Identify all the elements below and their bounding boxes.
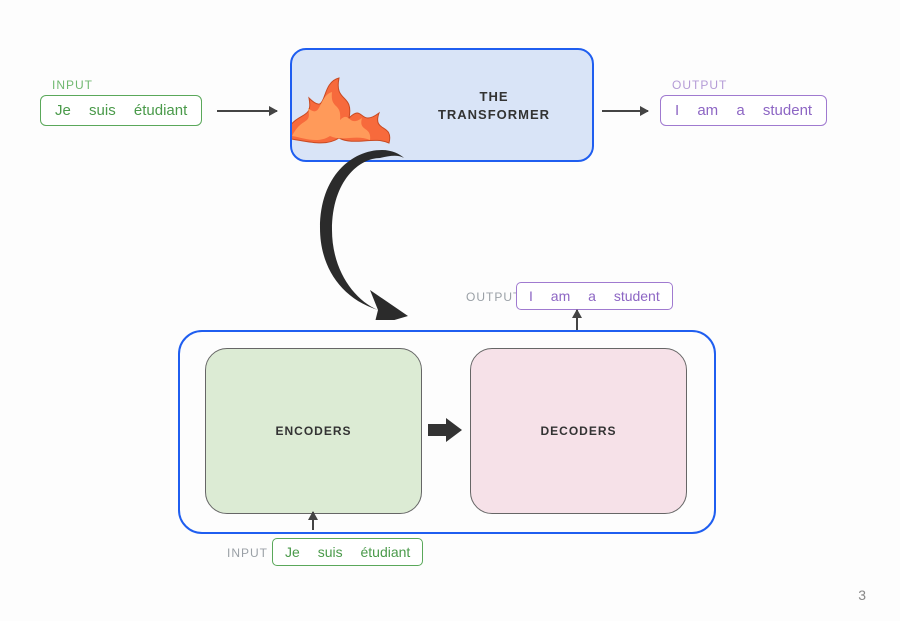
arrow-input-to-transformer [217,110,277,112]
output-label-bottom: OUTPUT [466,290,521,304]
output-token: am [551,288,570,304]
output-token: I [675,102,679,119]
input-token: suis [318,544,343,560]
input-token: Je [55,102,71,119]
transformer-box: THE TRANSFORMER [290,48,594,162]
input-token: Je [285,544,300,560]
output-token: student [614,288,660,304]
output-token: a [736,102,744,119]
arrow-input-to-encoder [312,512,314,530]
input-box-top: Je suis étudiant [40,95,202,126]
output-token: am [697,102,718,119]
input-label-top: INPUT [52,78,93,92]
input-token: étudiant [360,544,410,560]
output-label-top: OUTPUT [672,78,727,92]
transformer-title: THE TRANSFORMER [424,88,564,124]
output-box-bottom: I am a student [516,282,673,310]
arrow-decoder-to-output [576,310,578,330]
decoders-box: DECODERS [470,348,687,514]
input-token: suis [89,102,116,119]
output-token: a [588,288,596,304]
diagram-stage: INPUT Je suis étudiant THE TRANSFORMER O… [0,0,900,621]
encoders-label: ENCODERS [275,424,351,438]
flame-icon [290,68,434,148]
decoders-label: DECODERS [540,424,616,438]
input-box-bottom: Je suis étudiant [272,538,423,566]
arrow-transformer-to-output [602,110,648,112]
input-token: étudiant [134,102,187,119]
output-token: I [529,288,533,304]
output-box-top: I am a student [660,95,827,126]
encoders-box: ENCODERS [205,348,422,514]
drilldown-arrow-icon [280,150,450,320]
output-token: student [763,102,812,119]
input-label-bottom: INPUT [227,546,268,560]
page-number: 3 [858,587,866,603]
arrow-encoders-to-decoders [428,418,462,442]
